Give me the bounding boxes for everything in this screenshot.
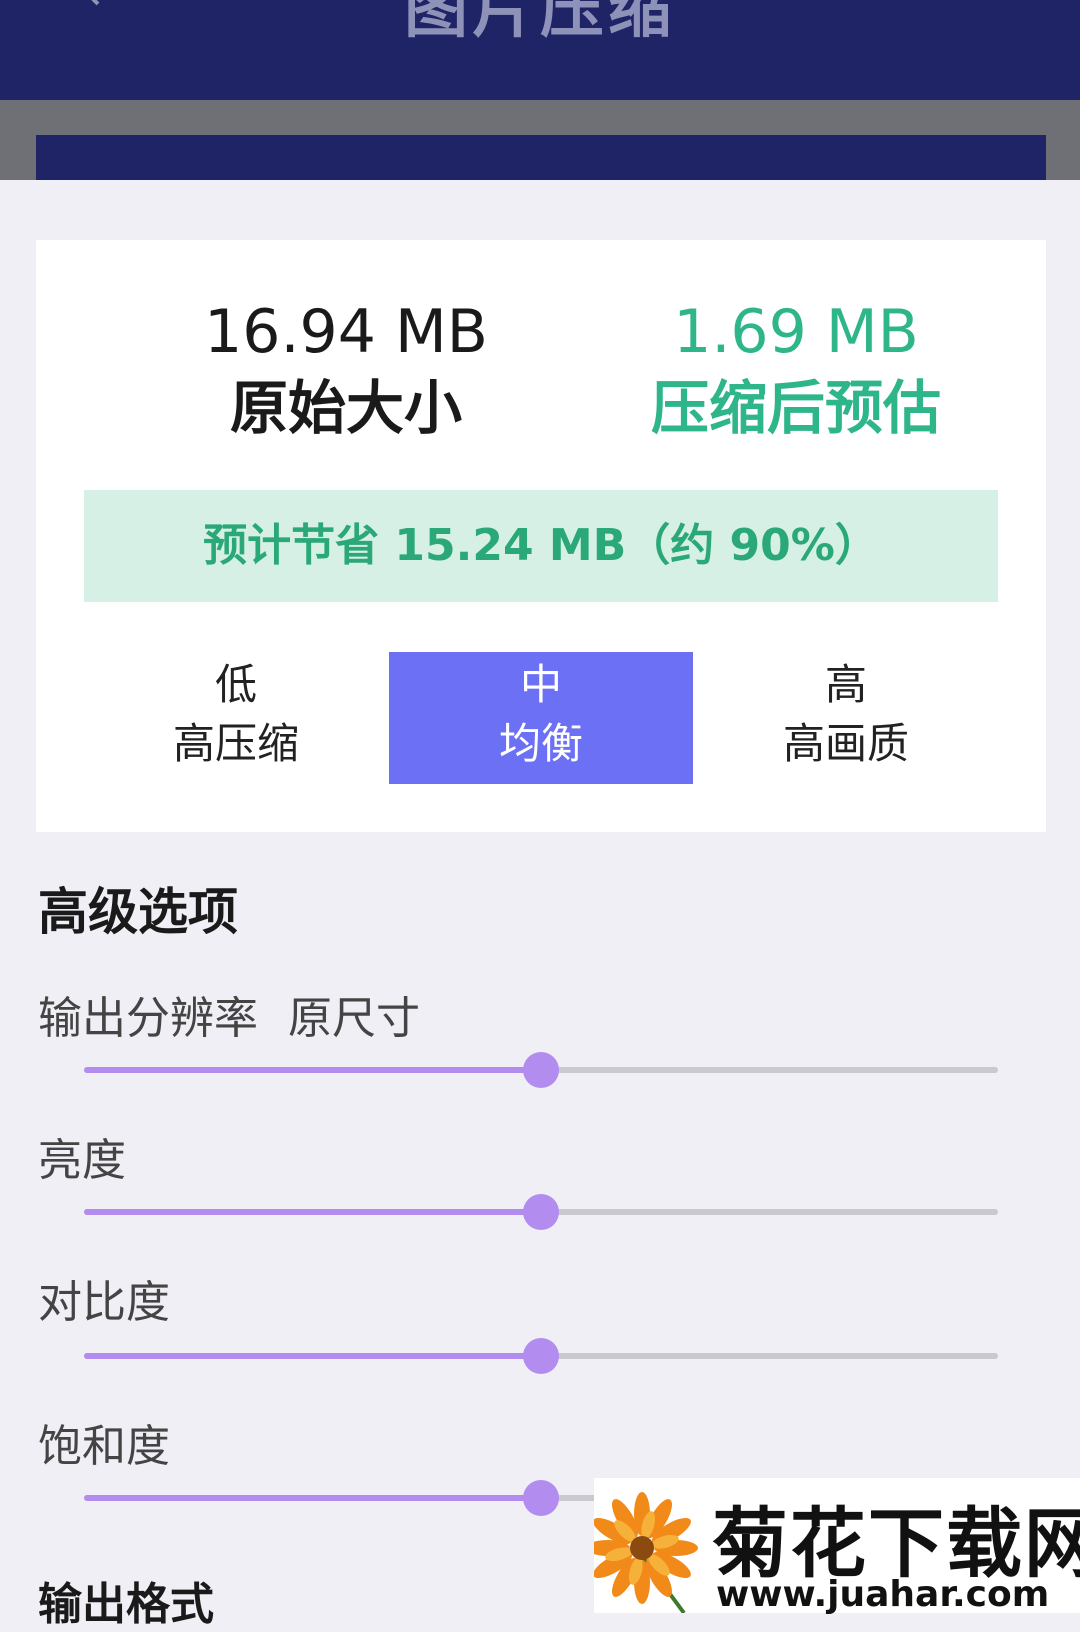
savings-banner: 预计节省 15.24 MB（约 90%） <box>84 490 998 602</box>
compression-summary-card: 16.94 MB 原始大小 1.69 MB 压缩后预估 预计节省 15.24 M… <box>36 240 1046 832</box>
resolution-slider[interactable] <box>84 1052 998 1088</box>
slider-label-text: 饱和度 <box>38 1421 170 1472</box>
saturation-label: 饱和度 <box>38 1410 170 1474</box>
slider-thumb[interactable] <box>523 1338 559 1374</box>
contrast-label: 对比度 <box>38 1266 170 1330</box>
slider-fill <box>84 1495 541 1501</box>
slider-label-text: 亮度 <box>38 1135 126 1186</box>
quality-level-label: 中 <box>519 660 562 709</box>
slider-label-text: 对比度 <box>38 1277 170 1328</box>
image-preview-strip <box>36 135 1046 180</box>
estimated-size-block: 1.69 MB 压缩后预估 <box>566 296 1026 448</box>
slider-fill <box>84 1067 541 1073</box>
resolution-label: 输出分辨率 原尺寸 <box>38 982 420 1046</box>
slider-thumb[interactable] <box>523 1480 559 1516</box>
slider-thumb[interactable] <box>523 1194 559 1230</box>
quality-option-high[interactable]: 高 高画质 <box>694 652 998 784</box>
page-title: 图片压缩 <box>404 0 676 47</box>
slider-fill <box>84 1353 541 1359</box>
original-size-label: 原始大小 <box>229 374 462 442</box>
quality-desc-label: 均衡 <box>498 719 583 768</box>
brightness-label: 亮度 <box>38 1124 126 1188</box>
quality-selector: 低 高压缩 中 均衡 高 高画质 <box>84 652 998 784</box>
slider-fill <box>84 1209 541 1215</box>
watermark-url: www.juahar.com <box>716 1574 1050 1615</box>
quality-option-medium[interactable]: 中 均衡 <box>389 652 693 784</box>
quality-desc-label: 高压缩 <box>172 719 299 768</box>
quality-level-label: 高 <box>824 660 867 709</box>
quality-level-label: 低 <box>214 660 257 709</box>
advanced-options-title: 高级选项 <box>38 883 238 941</box>
flower-icon <box>594 1492 698 1613</box>
resolution-value: 原尺寸 <box>288 993 420 1044</box>
slider-thumb[interactable] <box>523 1052 559 1088</box>
slider-label-text: 输出分辨率 <box>38 993 258 1044</box>
original-size-value: 16.94 MB <box>204 297 488 367</box>
estimated-size-value: 1.69 MB <box>673 297 919 367</box>
output-format-label: 输出格式 <box>38 1579 214 1630</box>
estimated-size-label: 压缩后预估 <box>650 374 941 442</box>
app-bar: 图片压缩 <box>0 0 1080 100</box>
watermark-logo: 菊花下载网 www.juahar.com <box>594 1478 1080 1615</box>
quality-desc-label: 高画质 <box>782 719 909 768</box>
original-size-block: 16.94 MB 原始大小 <box>116 296 576 448</box>
quality-option-low[interactable]: 低 高压缩 <box>84 652 388 784</box>
contrast-slider[interactable] <box>84 1338 998 1374</box>
brightness-slider[interactable] <box>84 1194 998 1230</box>
